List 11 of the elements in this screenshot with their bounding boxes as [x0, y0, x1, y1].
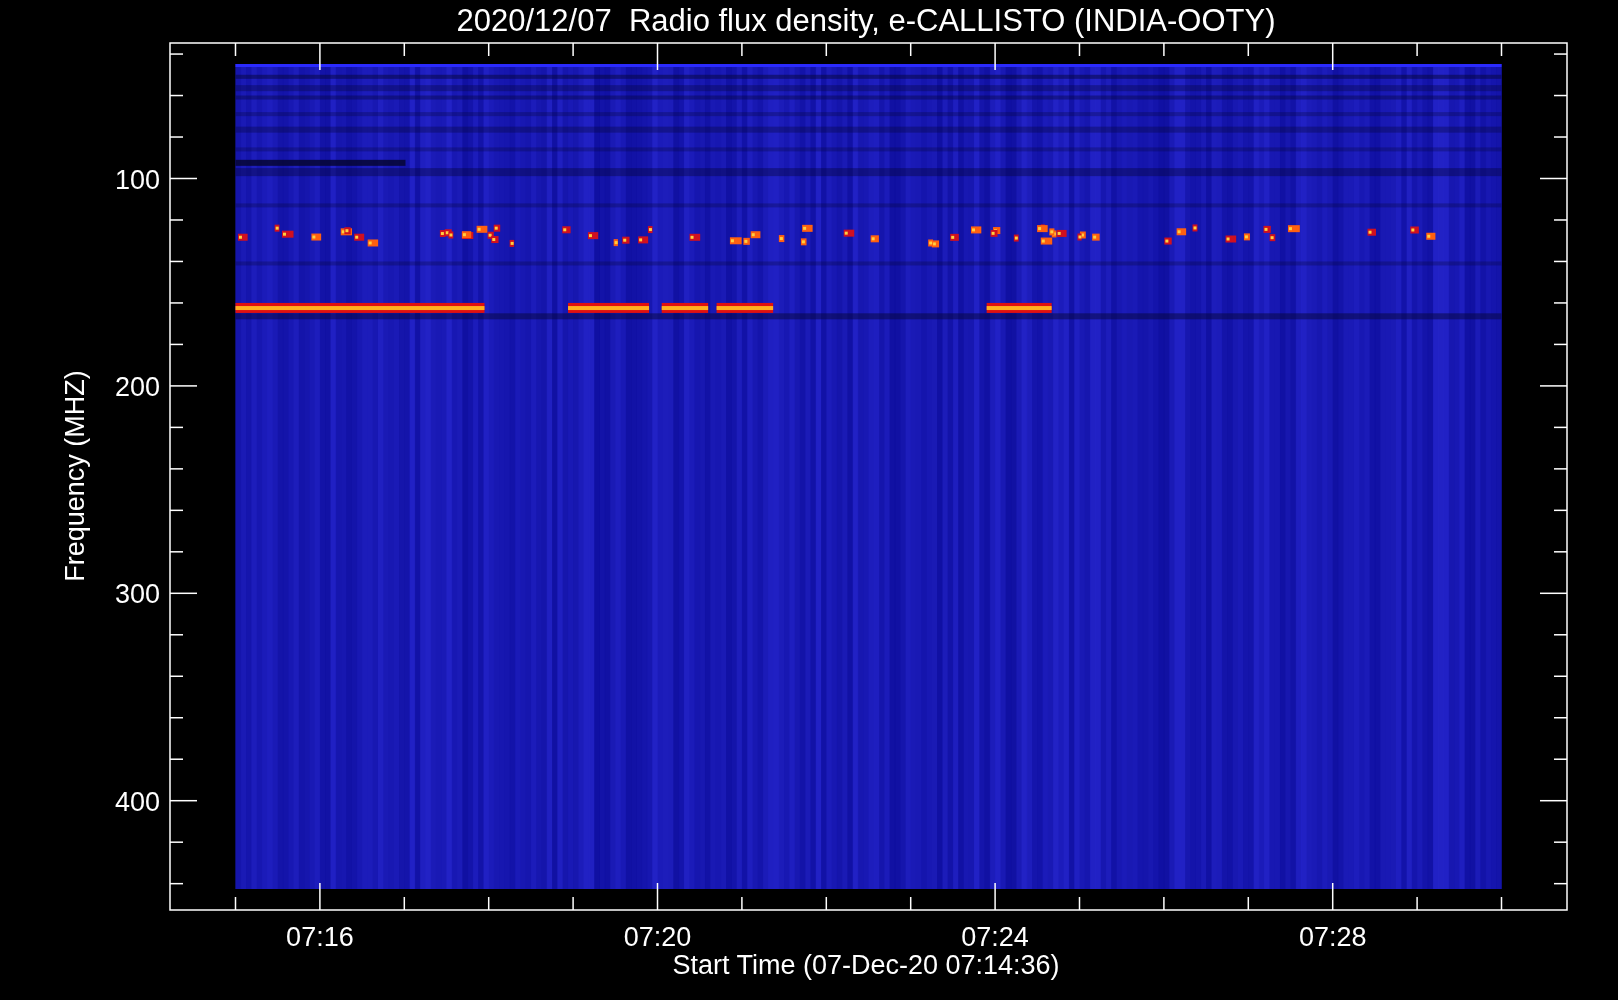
tick-label: 300	[114, 579, 160, 610]
tick-label: 200	[114, 371, 160, 402]
tick-label: 07:28	[1298, 922, 1367, 952]
tick-label: 07:24	[961, 922, 1029, 952]
tick-label: 07:20	[623, 922, 692, 952]
axis-label: Start Time (07-Dec-20 07:14:36)	[672, 950, 1060, 980]
tick-label: 100	[114, 164, 160, 195]
axis-label: Frequency (MHZ)	[60, 370, 90, 582]
chart-title: 2020/12/07 Radio flux density, e-CALLISTO (INDIA-OOTY)	[456, 3, 1276, 38]
tick-label: 07:16	[286, 922, 354, 952]
tick-label: 400	[114, 786, 160, 817]
